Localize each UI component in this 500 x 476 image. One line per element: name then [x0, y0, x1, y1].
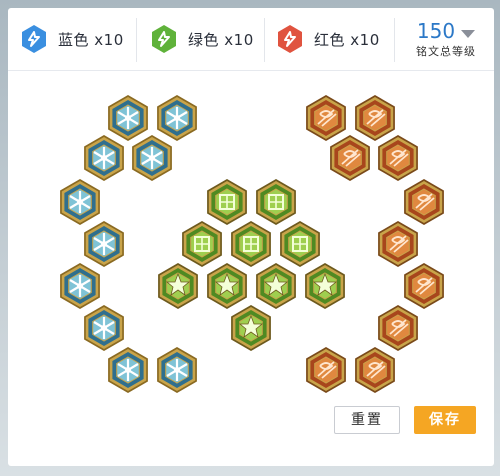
- blue-rune-slot[interactable]: [130, 134, 174, 182]
- green-rune-slot[interactable]: [229, 220, 273, 268]
- green-rune-icon: [231, 305, 271, 351]
- blue-rune-slot[interactable]: [106, 346, 150, 394]
- green-rune-slot[interactable]: [254, 178, 298, 226]
- green-rune-icon: [207, 179, 247, 225]
- green-rune-icon: [158, 263, 198, 309]
- red-rune-icon: [378, 135, 418, 181]
- blue-rune-slot[interactable]: [82, 304, 126, 352]
- red-rune-count: 红色 x10: [276, 24, 380, 54]
- red-rune-icon: [306, 347, 346, 393]
- blue-rune-icon: [132, 135, 172, 181]
- red-rune-icon: [355, 347, 395, 393]
- red-rune-icon: [378, 221, 418, 267]
- blue-rune-icon: [84, 305, 124, 351]
- green-rune-slot[interactable]: [303, 262, 347, 310]
- green-rune-icon: [207, 263, 247, 309]
- green-rune-slot[interactable]: [229, 304, 273, 352]
- green-rune-icon: [152, 25, 176, 53]
- rune-page-panel: 蓝色 x10 绿色 x10 红色 x10 150 铭文总等级 重置 保存: [8, 8, 494, 466]
- red-rune-slot[interactable]: [376, 134, 420, 182]
- total-level-dropdown[interactable]: 150 铭文总等级: [406, 18, 486, 64]
- red-rune-slot[interactable]: [353, 346, 397, 394]
- green-rune-icon: [280, 221, 320, 267]
- reset-button[interactable]: 重置: [334, 406, 400, 434]
- blue-rune-slot[interactable]: [82, 134, 126, 182]
- divider: [394, 18, 395, 62]
- green-rune-icon: [231, 221, 271, 267]
- green-rune-slot[interactable]: [278, 220, 322, 268]
- save-button[interactable]: 保存: [414, 406, 476, 434]
- blue-rune-slot[interactable]: [58, 178, 102, 226]
- red-rune-slot[interactable]: [376, 304, 420, 352]
- rune-board: [8, 70, 494, 410]
- blue-rune-icon: [84, 135, 124, 181]
- blue-rune-count: 蓝色 x10: [20, 24, 124, 54]
- total-level-value: 150: [416, 19, 456, 43]
- red-rune-slot[interactable]: [376, 220, 420, 268]
- blue-rune-icon: [157, 347, 197, 393]
- green-rune-count: 绿色 x10: [150, 24, 254, 54]
- red-rune-slot[interactable]: [328, 134, 372, 182]
- blue-rune-icon: [60, 263, 100, 309]
- red-rune-icon: [378, 305, 418, 351]
- green-rune-icon: [305, 263, 345, 309]
- green-rune-slot[interactable]: [254, 262, 298, 310]
- blue-rune-icon: [84, 221, 124, 267]
- green-rune-slot[interactable]: [156, 262, 200, 310]
- divider: [136, 18, 137, 62]
- blue-rune-icon: [108, 347, 148, 393]
- red-rune-icon: [278, 25, 302, 53]
- blue-rune-slot[interactable]: [58, 262, 102, 310]
- red-rune-slot[interactable]: [304, 346, 348, 394]
- red-rune-icon: [330, 135, 370, 181]
- chevron-down-icon[interactable]: [461, 29, 476, 38]
- green-rune-icon: [256, 263, 296, 309]
- red-rune-icon: [404, 263, 444, 309]
- red-rune-slot[interactable]: [402, 178, 446, 226]
- blue-rune-slot[interactable]: [155, 346, 199, 394]
- green-rune-slot[interactable]: [205, 262, 249, 310]
- green-rune-label: 绿色 x10: [188, 30, 254, 49]
- blue-rune-label: 蓝色 x10: [58, 30, 124, 49]
- red-rune-label: 红色 x10: [314, 30, 380, 49]
- blue-rune-icon: [60, 179, 100, 225]
- green-rune-slot[interactable]: [205, 178, 249, 226]
- blue-rune-slot[interactable]: [82, 220, 126, 268]
- blue-rune-icon: [22, 25, 46, 53]
- red-rune-slot[interactable]: [402, 262, 446, 310]
- green-rune-icon: [256, 179, 296, 225]
- green-rune-icon: [182, 221, 222, 267]
- green-rune-slot[interactable]: [180, 220, 224, 268]
- rune-summary-bar: 蓝色 x10 绿色 x10 红色 x10 150 铭文总等级: [8, 8, 494, 71]
- divider: [264, 18, 265, 62]
- total-level-caption: 铭文总等级: [416, 45, 476, 58]
- red-rune-icon: [404, 179, 444, 225]
